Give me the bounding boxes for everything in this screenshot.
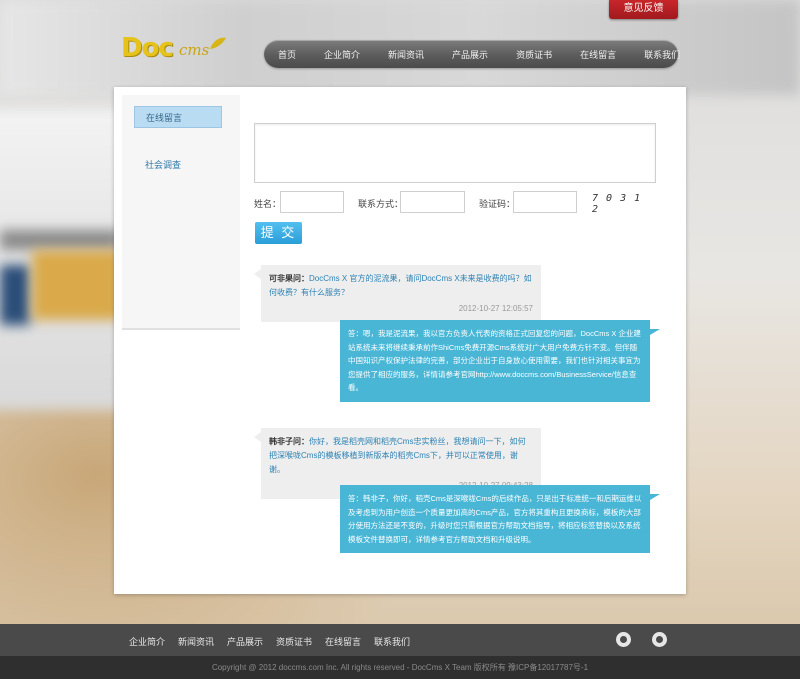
question-bubble: 可非果问：DocCms X 官方的泥流果，请问DocCms X未来是收费的吗？如…: [254, 265, 541, 322]
footer-link-about[interactable]: 企业简介: [129, 635, 165, 648]
nav-item-products[interactable]: 产品展示: [452, 48, 488, 61]
name-label: 姓名：: [254, 199, 282, 209]
name-field[interactable]: [280, 191, 344, 213]
contact-field[interactable]: [400, 191, 465, 213]
content-panel: 在线留言 社会调查 姓名： 联系方式： 验证码： 7 0 3 1 2 提 交 可…: [114, 87, 686, 594]
background-port-gold: [32, 250, 122, 320]
footer-link-products[interactable]: 产品展示: [227, 635, 263, 648]
footer-link-news[interactable]: 新闻资讯: [178, 635, 214, 648]
reply-text: 答：韩非子，你好，稻壳Cms是深喉咙Cms的后续作品，只是出于标准统一和后期运维…: [348, 494, 642, 544]
question-author: 可非果问：: [269, 274, 309, 283]
captcha-image[interactable]: 7 0 3 1 2: [592, 193, 642, 215]
weibo-icon-inner: [620, 636, 627, 643]
nav-item-news[interactable]: 新闻资讯: [388, 48, 424, 61]
captcha-field[interactable]: [513, 191, 577, 213]
logo-main-text: Doc: [121, 33, 174, 63]
footer: 企业简介 新闻资讯 产品展示 资质证书 在线留言 联系我们 Copyright …: [0, 624, 800, 679]
tencent-weibo-icon[interactable]: [652, 632, 667, 647]
question-author: 韩非子问：: [269, 437, 309, 446]
background-shadow: [0, 230, 120, 250]
sidebar: 在线留言 社会调查: [122, 95, 240, 330]
nav-item-guestbook[interactable]: 在线留言: [580, 48, 616, 61]
copyright-text: Copyright @ 2012 doccms.com Inc. All rig…: [0, 656, 800, 679]
sidebar-item-guestbook[interactable]: 在线留言: [134, 106, 222, 128]
sidebar-item-survey[interactable]: 社会调查: [134, 154, 222, 176]
nav-item-certificates[interactable]: 资质证书: [516, 48, 552, 61]
logo-sub-text: cms: [179, 41, 210, 59]
nav-item-about[interactable]: 企业简介: [324, 48, 360, 61]
main-nav: 首页 企业简介 新闻资讯 产品展示 资质证书 在线留言 联系我们: [264, 40, 680, 68]
nav-item-contact[interactable]: 联系我们: [644, 48, 680, 61]
submit-button[interactable]: 提 交: [255, 222, 302, 244]
contact-label: 联系方式：: [358, 199, 404, 209]
site-logo[interactable]: Doc cms: [121, 33, 231, 65]
reply-bubble: 答：韩非子，你好，稻壳Cms是深喉咙Cms的后续作品，只是出于标准统一和后期运维…: [340, 485, 660, 553]
footer-link-guestbook[interactable]: 在线留言: [325, 635, 361, 648]
question-date: 2012-10-27 12:05:57: [458, 304, 533, 313]
leaf-icon: [210, 37, 226, 49]
reply-bubble: 答：嗯，我是泥流果，我以官方负责人代表的资格正式回复您的问题，DocCms X …: [340, 320, 660, 402]
message-textarea[interactable]: [254, 123, 656, 183]
weibo-icon[interactable]: [616, 632, 631, 647]
captcha-label: 验证码：: [479, 199, 516, 209]
footer-link-certificates[interactable]: 资质证书: [276, 635, 312, 648]
footer-link-contact[interactable]: 联系我们: [374, 635, 410, 648]
footer-nav: 企业简介 新闻资讯 产品展示 资质证书 在线留言 联系我们: [0, 624, 800, 656]
question-text: DocCms X 官方的泥流果，请问DocCms X未来是收费的吗？如何收费？有…: [269, 274, 532, 297]
background-port-blue: [0, 265, 30, 325]
tencent-weibo-icon-inner: [656, 636, 663, 643]
reply-text: 答：嗯，我是泥流果，我以官方负责人代表的资格正式回复您的问题，DocCms X …: [348, 329, 641, 392]
feedback-button[interactable]: 意见反馈: [609, 0, 678, 19]
nav-item-home[interactable]: 首页: [278, 48, 296, 61]
